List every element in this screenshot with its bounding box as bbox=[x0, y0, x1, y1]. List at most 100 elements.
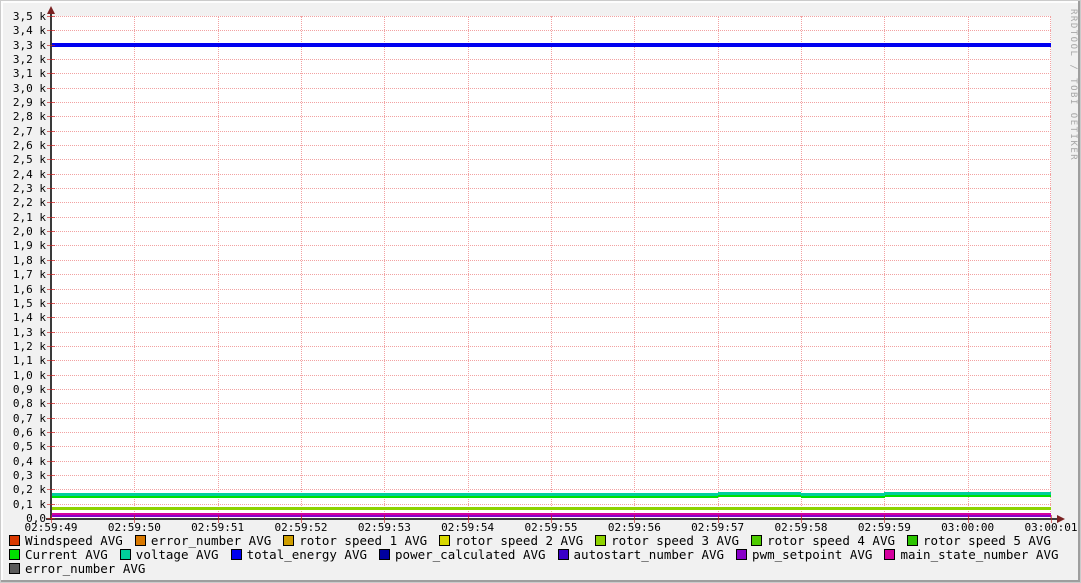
x-tick-label: 02:59:53 bbox=[357, 521, 411, 534]
series-segment bbox=[801, 492, 885, 496]
y-axis-tick bbox=[47, 446, 55, 448]
series-segment bbox=[634, 43, 719, 48]
y-tick-label: 3,3 k bbox=[12, 38, 46, 52]
series-segment bbox=[801, 512, 885, 515]
legend-item: pwm_setpoint AVG bbox=[736, 548, 872, 561]
legend-label: rotor speed 1 AVG bbox=[299, 533, 428, 548]
y-tick-label: 1,1 k bbox=[12, 354, 46, 368]
series-segment bbox=[551, 512, 635, 515]
gridline-vertical bbox=[467, 16, 469, 518]
legend-item: main_state_number AVG bbox=[884, 547, 1059, 562]
legend-label: total_energy AVG bbox=[246, 547, 368, 562]
series-segment bbox=[217, 507, 302, 511]
y-tick-label: 0,2 k bbox=[12, 483, 46, 497]
legend-label: main_state_number AVG bbox=[900, 547, 1059, 562]
y-tick-label: 1,6 k bbox=[12, 282, 46, 296]
y-tick-label: 0,1 k bbox=[12, 497, 46, 511]
legend-item: power_calculated AVG bbox=[379, 548, 546, 561]
bevel-bottom bbox=[1, 580, 1080, 582]
series-segment bbox=[51, 492, 135, 496]
legend-label: pwm_setpoint AVG bbox=[752, 547, 873, 562]
series-segment bbox=[551, 507, 635, 511]
y-tick-label: 2,3 k bbox=[12, 182, 46, 196]
y-tick-label: 3,0 k bbox=[12, 81, 46, 95]
y-tick-label: 1,7 k bbox=[12, 268, 46, 282]
y-tick-label: 1,0 k bbox=[12, 368, 46, 382]
x-axis-tick bbox=[967, 515, 969, 523]
y-axis-tick bbox=[47, 44, 55, 46]
y-tick-label: 2,1 k bbox=[12, 210, 46, 224]
legend-swatch bbox=[283, 535, 295, 546]
x-axis-tick bbox=[51, 515, 52, 523]
plot-area bbox=[51, 16, 1051, 518]
legend-label: rotor speed 2 AVG bbox=[455, 533, 584, 548]
y-tick-label: 1,8 k bbox=[12, 253, 46, 267]
legend-swatch bbox=[595, 535, 607, 546]
legend-label: power_calculated AVG bbox=[395, 547, 546, 562]
series-segment bbox=[51, 507, 135, 511]
legend-label: voltage AVG bbox=[135, 547, 219, 562]
series-segment bbox=[967, 507, 1051, 511]
y-axis-tick bbox=[47, 302, 55, 304]
y-tick-label: 1,3 k bbox=[12, 325, 46, 339]
series-segment bbox=[634, 492, 719, 496]
y-axis-tick bbox=[47, 345, 55, 347]
y-tick-label: 3,1 k bbox=[12, 67, 46, 81]
y-tick-label: 0,7 k bbox=[12, 411, 46, 425]
series-segment bbox=[134, 507, 219, 511]
series-segment bbox=[51, 512, 135, 515]
y-axis-tick bbox=[47, 403, 55, 405]
series-segment bbox=[134, 512, 219, 515]
gridline-vertical bbox=[634, 16, 636, 518]
watermark: RRDTOOL / TOBI OETIKER bbox=[1068, 9, 1078, 162]
series-segment bbox=[467, 492, 552, 496]
y-tick-label: 1,4 k bbox=[12, 311, 46, 325]
y-axis-tick bbox=[47, 159, 55, 161]
legend-swatch bbox=[134, 535, 146, 546]
y-tick-label: 0,8 k bbox=[12, 397, 46, 411]
y-tick-label: 1,2 k bbox=[12, 339, 46, 353]
x-tick-label: 02:59:57 bbox=[691, 521, 745, 534]
x-tick-label: 02:59:50 bbox=[107, 521, 161, 534]
y-axis-arrow-icon bbox=[47, 6, 55, 14]
series-segment bbox=[967, 491, 1051, 495]
y-axis-tick bbox=[47, 474, 55, 476]
legend-item: rotor speed 5 AVG bbox=[907, 534, 1051, 547]
y-tick-label: 0,6 k bbox=[12, 425, 46, 439]
legend-label: error_number AVG bbox=[25, 561, 146, 576]
x-axis-tick bbox=[217, 515, 219, 523]
legend-label: rotor speed 5 AVG bbox=[923, 533, 1051, 548]
x-tick-label: 03:00:01 bbox=[1024, 521, 1078, 534]
series-segment bbox=[134, 492, 219, 496]
gridline-vertical bbox=[717, 16, 719, 518]
y-axis-tick bbox=[47, 16, 55, 17]
y-axis-tick bbox=[47, 202, 55, 204]
x-tick-label: 03:00:00 bbox=[941, 521, 995, 534]
legend-item: voltage AVG bbox=[119, 547, 219, 562]
y-axis-tick bbox=[47, 231, 55, 233]
gridline-vertical bbox=[301, 16, 302, 518]
y-tick-label: 2,9 k bbox=[12, 96, 46, 110]
series-segment bbox=[717, 491, 802, 495]
rrd-graph-frame: 3,5 k 3,4 k 3,3 k 3,2 k 3,1 k 3,0 k 2,9 k 2,8 k… bbox=[0, 0, 1081, 583]
series-segment bbox=[217, 492, 302, 496]
series-segment bbox=[217, 43, 302, 48]
gridline-vertical bbox=[1050, 16, 1051, 518]
y-tick-label: 0,3 k bbox=[12, 468, 46, 482]
gridline-vertical bbox=[217, 16, 219, 518]
y-axis-tick bbox=[47, 116, 55, 118]
y-axis-tick bbox=[47, 431, 55, 433]
y-tick-label: 0,4 k bbox=[12, 454, 46, 468]
legend-swatch bbox=[9, 535, 20, 546]
legend-item: total_energy AVG bbox=[230, 547, 368, 562]
y-axis-tick bbox=[47, 245, 55, 247]
y-axis-tick bbox=[47, 145, 55, 147]
legend-label: Current AVG bbox=[25, 547, 108, 562]
y-axis-tick bbox=[47, 374, 55, 376]
y-tick-label: 3,2 k bbox=[12, 53, 46, 67]
x-axis-tick bbox=[717, 515, 719, 523]
y-axis-tick bbox=[47, 130, 55, 132]
y-axis-tick bbox=[47, 73, 55, 75]
y-tick-label: 1,5 k bbox=[12, 296, 46, 310]
series-segment bbox=[467, 507, 552, 511]
